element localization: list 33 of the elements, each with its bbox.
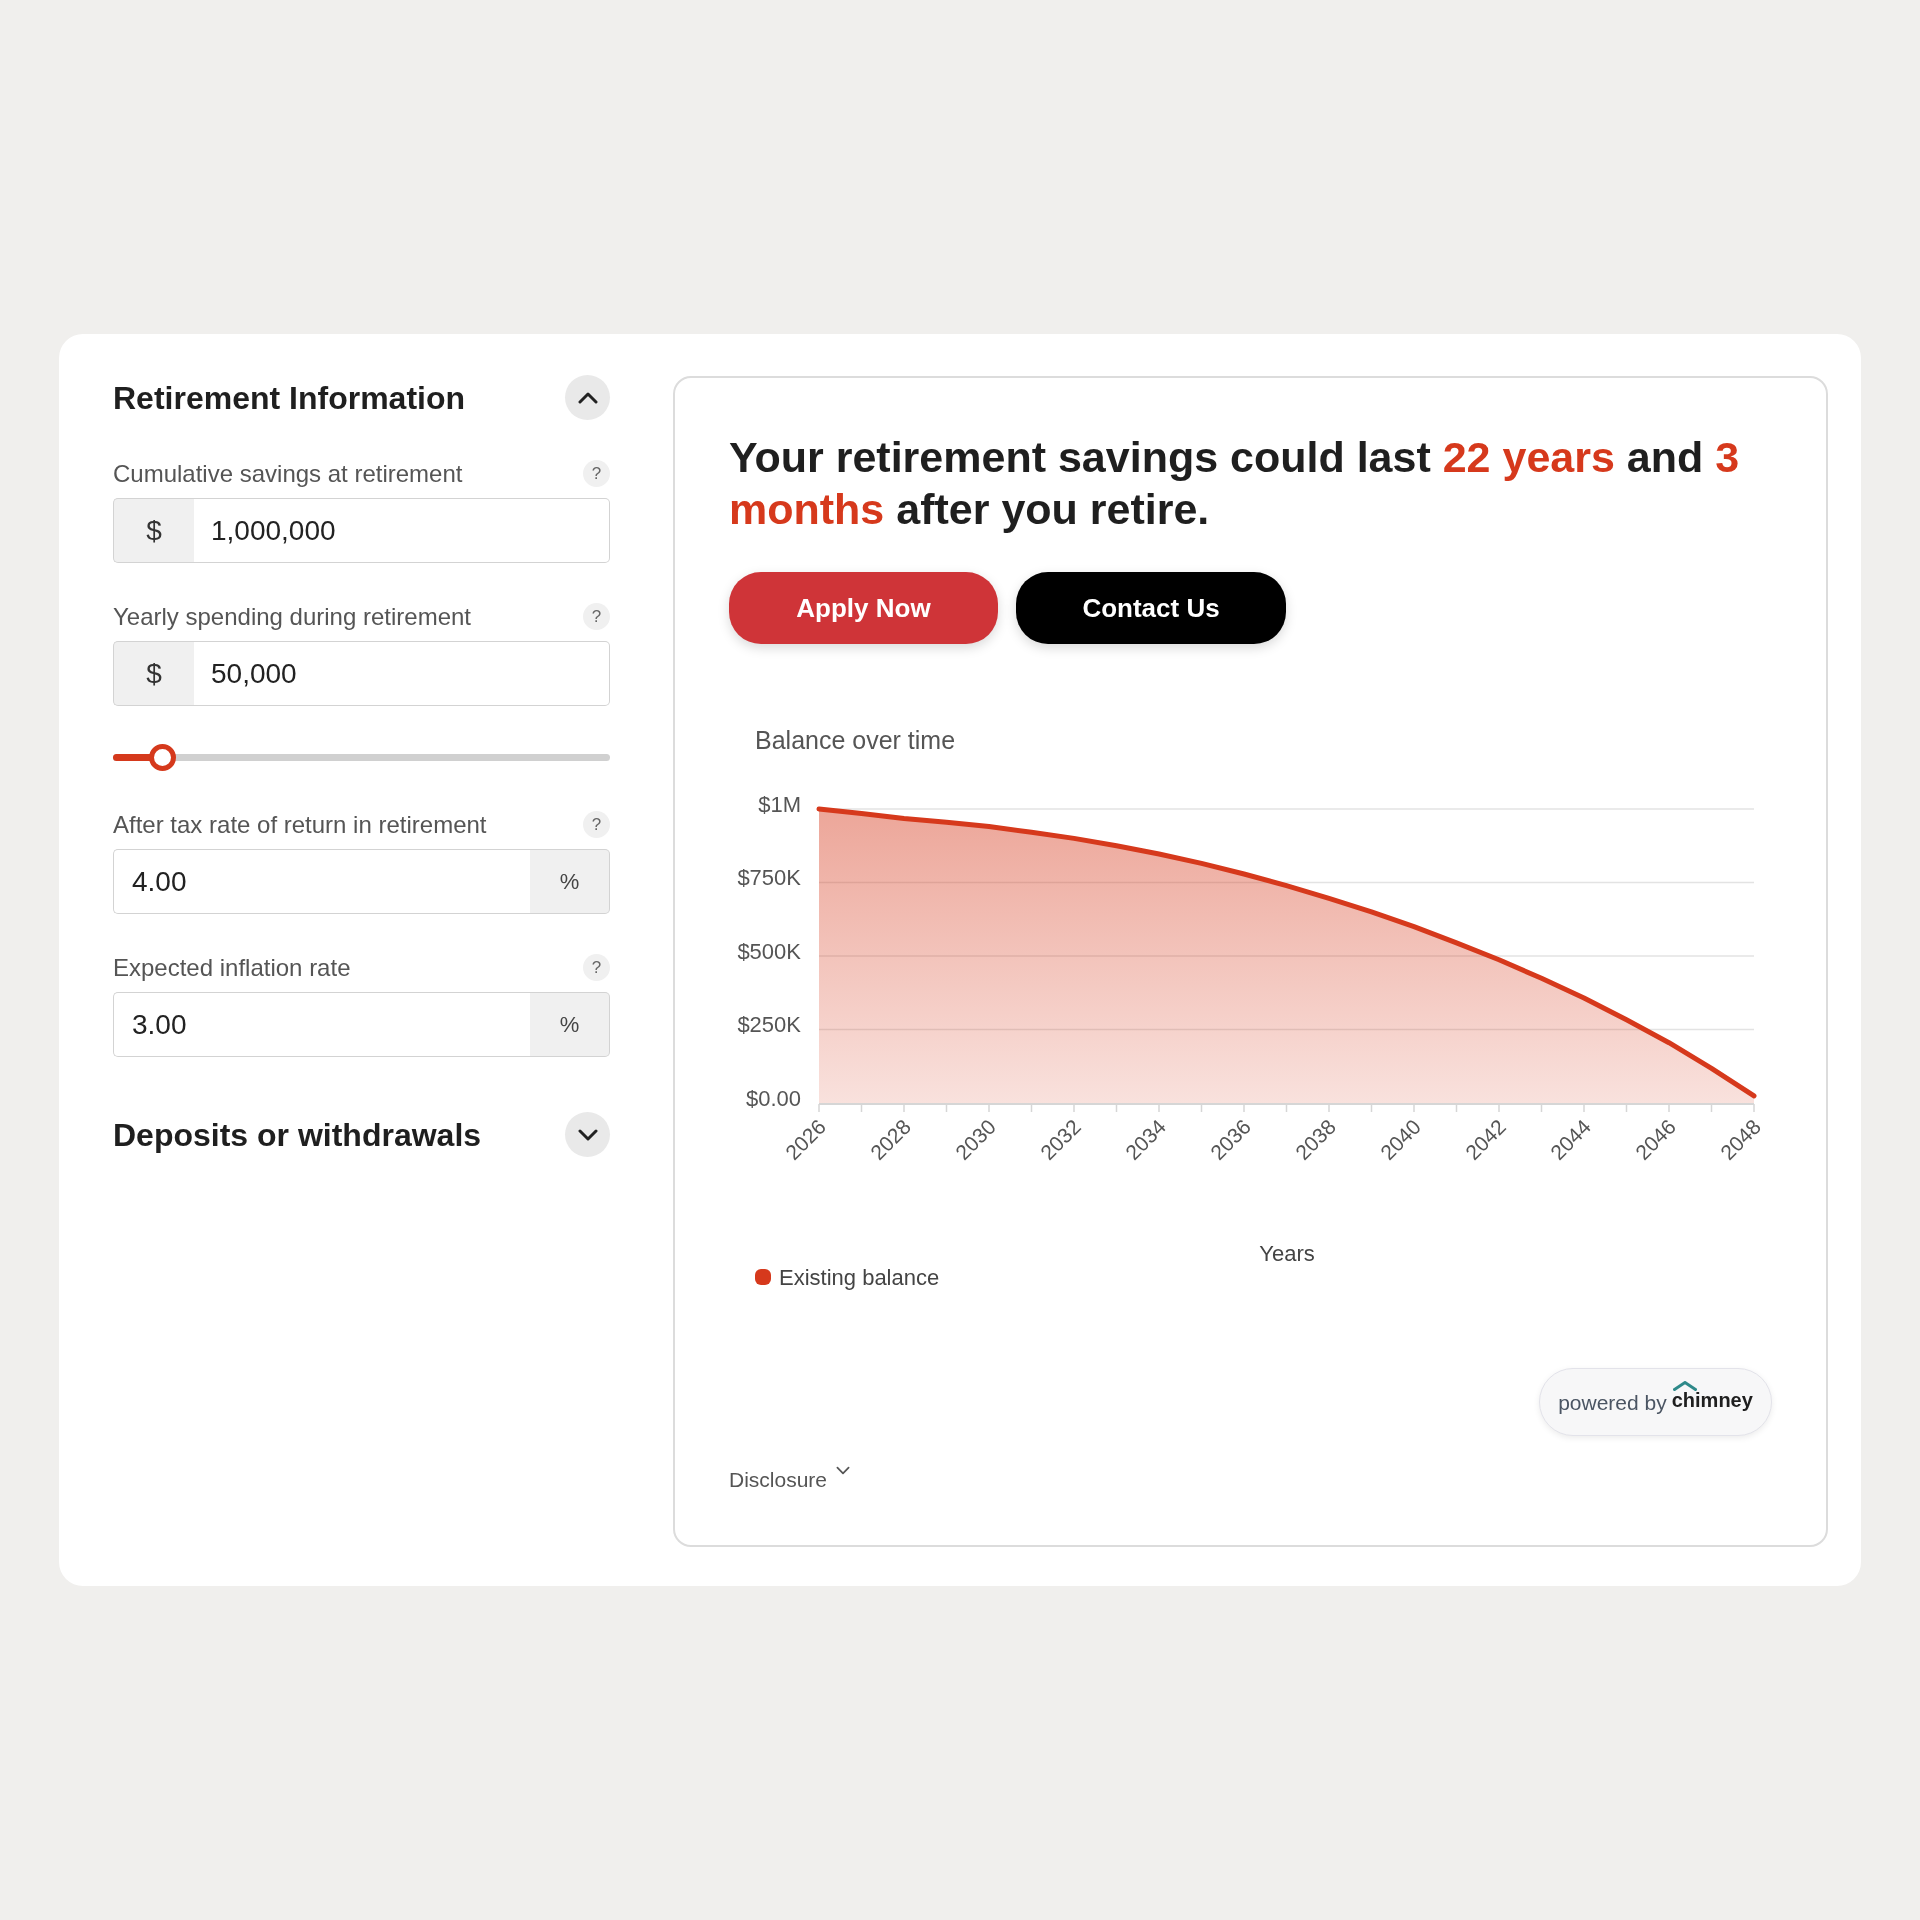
field-label: Expected inflation rate <box>113 955 351 980</box>
section-title: Retirement Information <box>113 381 466 414</box>
result-headline: Your retirement savings could last 22 years and 3 months after you retire. <box>729 432 1741 535</box>
section-title: Deposits or withdrawals <box>113 1118 482 1151</box>
field-label: After tax rate of return in retirement <box>113 812 487 837</box>
section-toggle[interactable] <box>565 1112 610 1157</box>
help-button[interactable]: ? <box>583 460 610 487</box>
field-label: Cumulative savings at retirement <box>113 461 463 486</box>
help-button[interactable]: ? <box>583 603 610 630</box>
brand-name: chimney <box>1671 1389 1753 1411</box>
powered-by-badge[interactable]: powered by chimney <box>1539 1368 1772 1436</box>
x-axis-title: Years <box>1259 1240 1315 1266</box>
range-slider[interactable] <box>113 744 610 771</box>
chevron-up-icon <box>577 391 598 404</box>
apply-now-button[interactable]: Apply Now <box>729 572 998 644</box>
chevron-down-icon <box>836 1466 851 1475</box>
slider-thumb[interactable] <box>149 744 177 771</box>
roof-icon <box>1672 1381 1697 1391</box>
chart-title: Balance over time <box>755 726 956 754</box>
y-axis-label: $500K <box>737 938 801 964</box>
section-toggle[interactable] <box>565 375 610 420</box>
help-button[interactable]: ? <box>583 954 610 981</box>
help-button[interactable]: ? <box>583 811 610 838</box>
y-axis-label: $1M <box>758 791 801 817</box>
y-axis-label: $0.00 <box>745 1085 801 1111</box>
y-axis-label: $250K <box>737 1012 801 1037</box>
disclosure-toggle[interactable]: Disclosure <box>729 1468 851 1492</box>
y-axis-label: $750K <box>737 865 801 890</box>
chevron-down-icon <box>577 1128 598 1141</box>
powered-by-label: powered by <box>1558 1391 1667 1413</box>
contact-us-button[interactable]: Contact Us <box>1016 572 1286 644</box>
field-label: Yearly spending during retirement <box>113 604 471 629</box>
legend-label: Existing balance <box>779 1264 940 1290</box>
